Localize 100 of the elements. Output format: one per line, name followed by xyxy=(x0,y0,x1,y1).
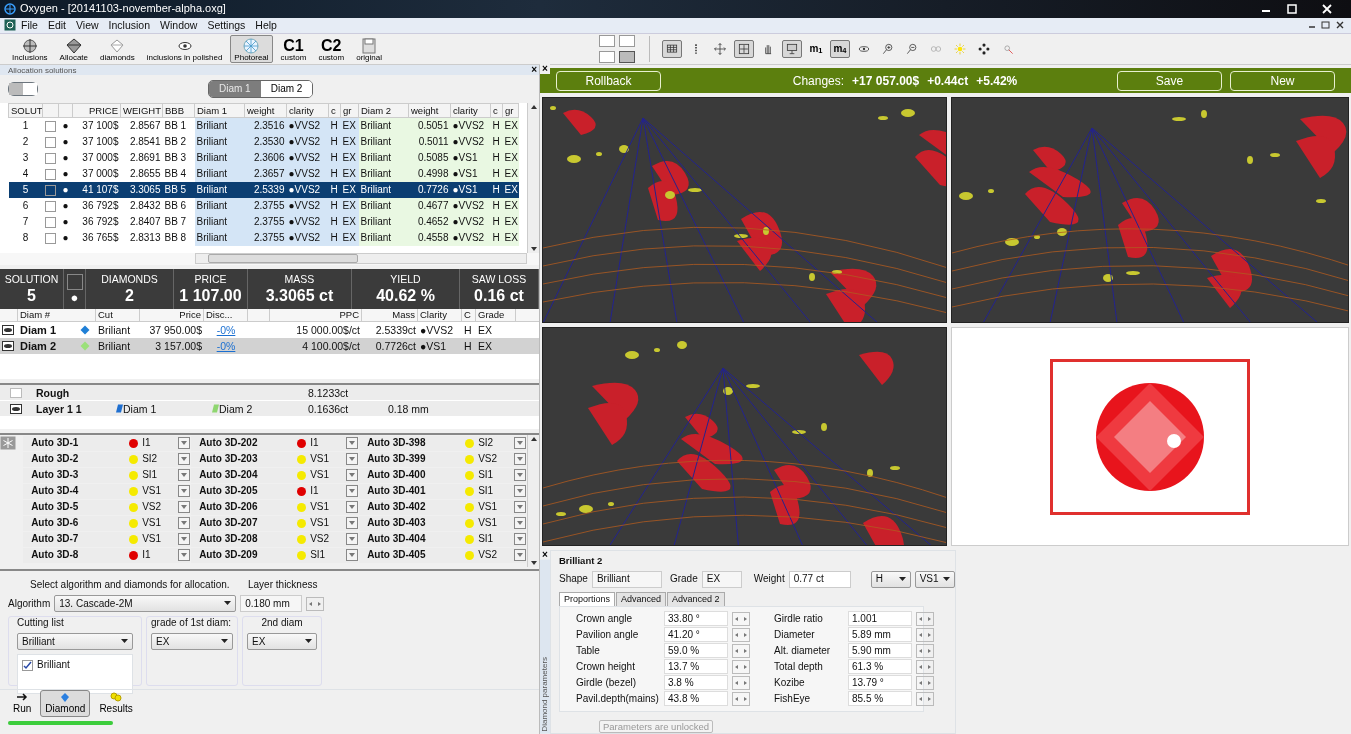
spinner[interactable] xyxy=(732,611,750,626)
column-header[interactable]: Clarity xyxy=(418,308,462,322)
grid-button[interactable] xyxy=(662,40,682,58)
param-field[interactable]: 3.8 % xyxy=(664,675,728,691)
dropdown-button[interactable] xyxy=(178,437,191,450)
param-field[interactable]: 59.0 % xyxy=(664,643,728,659)
checkbox[interactable] xyxy=(45,232,56,244)
view-tool-button[interactable]: m$_{1}$ xyxy=(806,40,826,58)
checkbox[interactable] xyxy=(66,273,83,290)
mode-button[interactable]: Run xyxy=(8,690,37,718)
menu-item[interactable]: Settings xyxy=(202,18,251,32)
checkbox[interactable] xyxy=(45,200,56,212)
grade-select[interactable]: EX xyxy=(247,633,317,651)
dropdown-button[interactable] xyxy=(346,453,359,466)
grade-select[interactable]: EX xyxy=(151,633,233,651)
menu-item[interactable]: Edit xyxy=(42,18,71,32)
dropdown-button[interactable] xyxy=(514,549,527,562)
close-button[interactable]: × xyxy=(540,550,550,561)
dropdown-button[interactable] xyxy=(514,533,527,546)
param-field[interactable]: 13.7 % xyxy=(664,659,728,675)
column-header[interactable]: clarity xyxy=(286,103,329,118)
weight-field[interactable]: 0.77 ct xyxy=(788,570,851,588)
column-header[interactable]: PRICE xyxy=(72,103,121,118)
checkbox[interactable] xyxy=(45,168,56,180)
column-header[interactable]: Grade xyxy=(476,308,516,322)
color-select[interactable]: H xyxy=(870,570,911,588)
toolbar-button[interactable]: inclusions in polished xyxy=(142,35,227,63)
checkbox[interactable] xyxy=(45,152,56,164)
toolbar-button[interactable]: Allocate xyxy=(55,35,93,63)
dropdown-button[interactable] xyxy=(514,501,527,514)
tab[interactable]: Advanced 2 xyxy=(667,591,725,606)
param-field[interactable]: 1.001 xyxy=(848,611,912,627)
checkbox[interactable] xyxy=(45,120,56,132)
menu-item[interactable]: Window xyxy=(155,18,203,32)
column-header[interactable]: Diam 2 xyxy=(358,103,409,118)
layout-button[interactable] xyxy=(619,51,635,63)
spinner[interactable] xyxy=(916,659,934,674)
view-tool-button[interactable]: m$_{4}$ xyxy=(830,40,850,58)
spinner[interactable] xyxy=(732,659,750,674)
dropdown-button[interactable] xyxy=(346,517,359,530)
checkbox[interactable] xyxy=(22,659,33,671)
dropdown-button[interactable] xyxy=(514,485,527,498)
spinner[interactable] xyxy=(916,691,934,706)
param-field[interactable]: 5.89 mm xyxy=(848,627,912,643)
column-header[interactable]: Price xyxy=(140,308,204,322)
param-field[interactable]: 61.3 % xyxy=(848,659,912,675)
toolbar-button[interactable]: C2 custom xyxy=(314,35,349,63)
clarity-select[interactable]: VS1 xyxy=(914,570,955,588)
column-header[interactable]: weight xyxy=(408,103,451,118)
tab[interactable]: Advanced xyxy=(616,591,667,606)
grade-field[interactable]: EX xyxy=(701,570,742,588)
toolbar-button[interactable]: Inclusions xyxy=(8,35,52,63)
spinner[interactable] xyxy=(916,643,934,658)
menu-item[interactable]: Inclusion xyxy=(103,18,156,32)
param-field[interactable]: 41.20 ° xyxy=(664,627,728,643)
dropdown-button[interactable] xyxy=(178,501,191,514)
spinner[interactable] xyxy=(916,627,934,642)
column-header[interactable]: Diam # xyxy=(18,308,96,322)
dropdown-button[interactable] xyxy=(178,549,191,562)
rollback-button[interactable]: Rollback xyxy=(556,70,661,91)
menu-item[interactable]: View xyxy=(71,18,104,32)
layout-button[interactable] xyxy=(599,35,615,47)
tab[interactable]: Diam 2 xyxy=(260,81,313,98)
monitor-button[interactable] xyxy=(782,40,802,58)
param-field[interactable]: 5.90 mm xyxy=(848,643,912,659)
column-header[interactable]: BBB xyxy=(162,103,195,118)
param-field[interactable]: 43.8 % xyxy=(664,691,728,707)
close-button[interactable]: × xyxy=(540,63,550,74)
column-header[interactable]: PPC xyxy=(270,308,362,322)
spinner[interactable] xyxy=(306,596,325,611)
dropdown-button[interactable] xyxy=(346,437,359,450)
column-header[interactable]: Diam 1 xyxy=(194,103,245,118)
dropdown-button[interactable] xyxy=(514,469,527,482)
checkbox[interactable] xyxy=(45,136,56,148)
close-button[interactable]: × xyxy=(529,65,539,76)
column-header[interactable]: Cut xyxy=(96,308,140,322)
3d-view[interactable] xyxy=(542,327,947,547)
dropdown-button[interactable] xyxy=(346,501,359,514)
cutting-select[interactable]: Brilliant xyxy=(17,633,133,651)
dropdown-button[interactable] xyxy=(346,469,359,482)
action-button[interactable]: New xyxy=(1230,70,1335,91)
shape-field[interactable]: Brilliant xyxy=(591,570,662,588)
scrollbar-thumb[interactable] xyxy=(208,254,358,264)
toolbar-button[interactable]: original xyxy=(352,35,386,63)
checkbox[interactable] xyxy=(45,184,56,196)
column-header[interactable]: Mass xyxy=(362,308,418,322)
dropdown-button[interactable] xyxy=(178,485,191,498)
scrollbar[interactable] xyxy=(527,435,539,568)
column-header[interactable]: clarity xyxy=(450,103,491,118)
dropdown-button[interactable] xyxy=(514,437,527,450)
dropdown-button[interactable] xyxy=(178,469,191,482)
dropdown-button[interactable] xyxy=(346,549,359,562)
dropdown-button[interactable] xyxy=(514,517,527,530)
side-tab[interactable]: Diamond parameters xyxy=(540,560,550,734)
spinner[interactable] xyxy=(732,627,750,642)
scrollbar[interactable] xyxy=(527,103,539,254)
spinner[interactable] xyxy=(916,675,934,690)
checkbox[interactable] xyxy=(45,216,56,228)
dropdown-button[interactable] xyxy=(178,533,191,546)
dropdown-button[interactable] xyxy=(346,533,359,546)
